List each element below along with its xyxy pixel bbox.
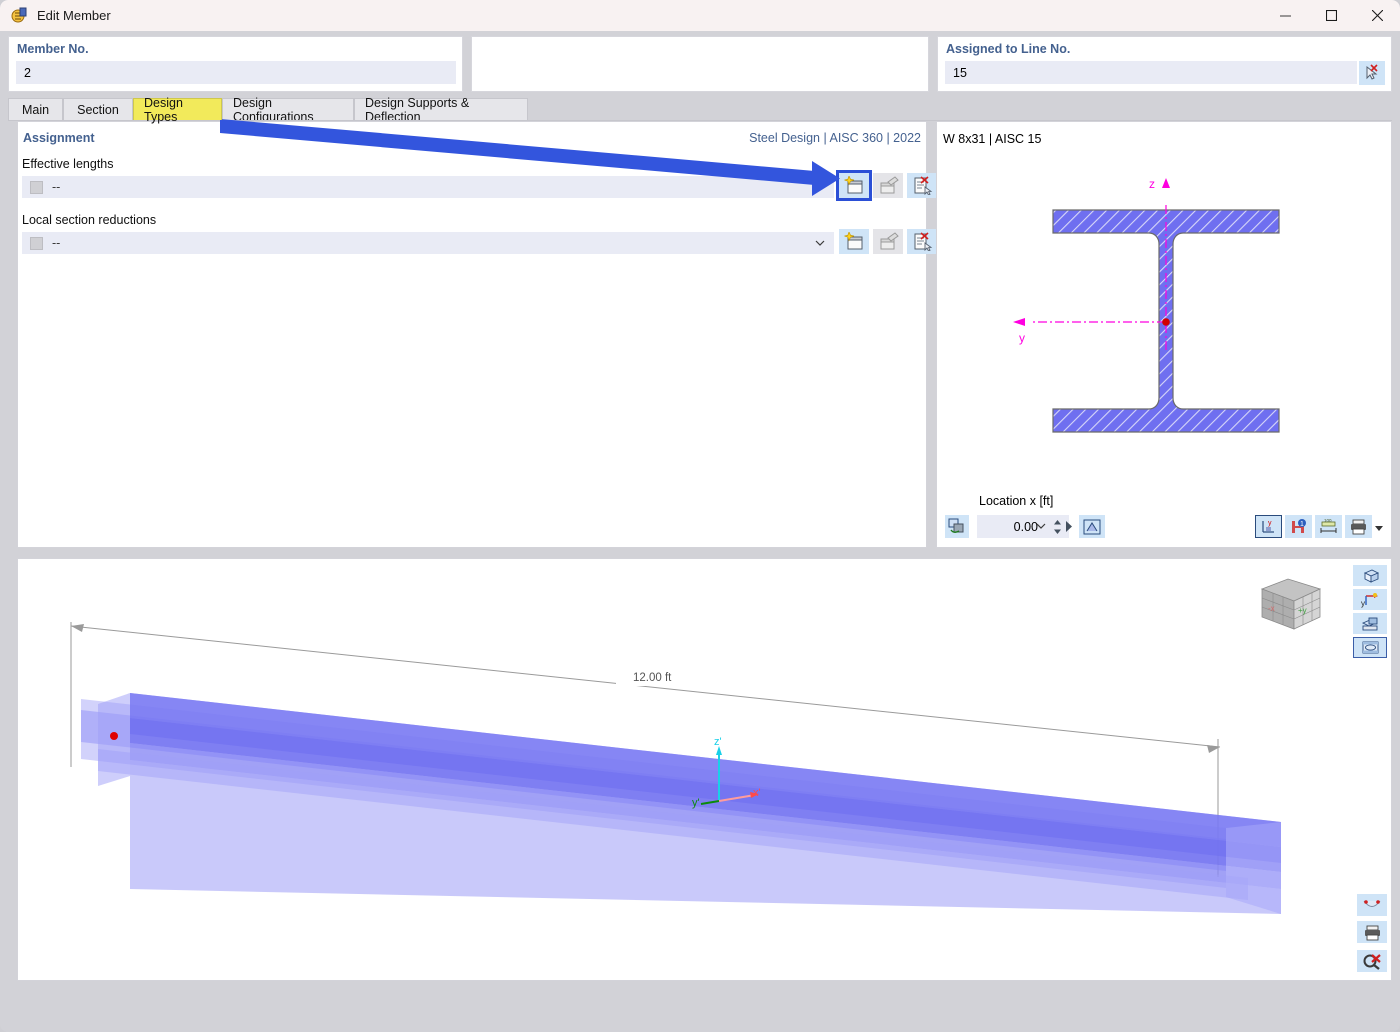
stress-points-icon[interactable]: 1 bbox=[1285, 515, 1312, 538]
edit-effective-length-button bbox=[873, 173, 903, 198]
delete-effective-length-button[interactable] bbox=[907, 173, 937, 198]
close-button[interactable] bbox=[1354, 0, 1400, 31]
member-no-input[interactable]: 2 bbox=[16, 61, 456, 84]
effective-lengths-label: Effective lengths bbox=[22, 157, 114, 171]
window-title: Edit Member bbox=[37, 8, 111, 23]
clear-selection-button[interactable] bbox=[1357, 950, 1387, 972]
chevron-down-icon[interactable] bbox=[1390, 642, 1391, 656]
chevron-down-icon[interactable] bbox=[814, 237, 826, 249]
svg-text:z: z bbox=[1149, 177, 1155, 191]
section-toolbar: Location x [ft] 0.00 y 1 100 bbox=[937, 494, 1393, 544]
new-effective-length-button[interactable] bbox=[836, 170, 872, 201]
tab-design-types-label: Design Types bbox=[144, 95, 183, 124]
section-properties-icon[interactable] bbox=[1079, 515, 1105, 538]
minimize-button[interactable] bbox=[1262, 0, 1308, 31]
svg-text:100: 100 bbox=[1324, 518, 1332, 523]
svg-text:y: y bbox=[1019, 331, 1025, 345]
svg-text:1: 1 bbox=[1300, 521, 1304, 528]
chevron-down-icon[interactable] bbox=[1374, 521, 1384, 535]
nav-cube-left-label: -x bbox=[1268, 604, 1275, 613]
location-x-label: Location x [ft] bbox=[979, 494, 1054, 508]
dimensions-icon[interactable]: 100 bbox=[1315, 515, 1342, 538]
effective-lengths-value: -- bbox=[52, 180, 61, 194]
svg-text:y': y' bbox=[692, 797, 700, 809]
render-mode-button[interactable] bbox=[1353, 613, 1387, 634]
display-options-button[interactable] bbox=[1353, 637, 1387, 658]
axes-icon[interactable]: y bbox=[1255, 515, 1282, 538]
rotate-section-icon[interactable] bbox=[945, 515, 969, 538]
section-preview-panel: W 8x31 | AISC 15 z y Location x [ft] 0.0… bbox=[936, 121, 1392, 548]
assigned-line-input[interactable]: 15 bbox=[945, 61, 1357, 84]
view-mode-button[interactable] bbox=[1353, 565, 1387, 586]
section-drawing: z y bbox=[1013, 177, 1280, 433]
nav-cube-front-label: +y bbox=[1298, 606, 1307, 615]
local-section-reductions-combo[interactable]: -- bbox=[22, 232, 834, 254]
svg-text:z': z' bbox=[714, 736, 722, 748]
coordinate-system-button[interactable]: y bbox=[1353, 589, 1387, 610]
tab-section[interactable]: Section bbox=[63, 98, 133, 120]
assignment-panel: Assignment Steel Design | AISC 360 | 202… bbox=[17, 121, 937, 548]
svg-text:x': x' bbox=[753, 787, 761, 799]
viewport-toolbar: y bbox=[1353, 565, 1387, 661]
chevron-down-icon[interactable] bbox=[1390, 618, 1391, 632]
title-bar: Edit Member bbox=[0, 0, 1400, 31]
local-section-reductions-value: -- bbox=[52, 236, 61, 250]
new-section-reduction-button[interactable] bbox=[839, 229, 869, 254]
model-viewport[interactable]: z' x' y' 12.00 ft -x +y y bbox=[17, 558, 1392, 981]
svg-text:y: y bbox=[1268, 520, 1272, 527]
chevron-down-icon[interactable] bbox=[1035, 520, 1047, 535]
member-no-label: Member No. bbox=[17, 42, 89, 56]
member-icon bbox=[11, 7, 28, 24]
printer-icon[interactable] bbox=[1345, 515, 1372, 538]
bottom-bar: ? 0, 00 A bbox=[0, 981, 1400, 1032]
assigned-line-label: Assigned to Line No. bbox=[946, 42, 1071, 56]
tab-design-configurations[interactable]: Design Configurations bbox=[222, 96, 354, 124]
chevron-down-icon[interactable] bbox=[1390, 570, 1391, 584]
tab-design-supports-deflection[interactable]: Design Supports & Deflection bbox=[354, 96, 528, 124]
chevron-down-icon[interactable] bbox=[814, 181, 826, 193]
delete-section-reduction-button[interactable] bbox=[907, 229, 937, 254]
window-controls bbox=[1262, 0, 1400, 31]
navigation-cube[interactable]: -x +y bbox=[1256, 573, 1326, 635]
edit-member-dialog: Edit Member Member No. 2 Assigned to Lin… bbox=[0, 0, 1400, 1032]
tab-main-label: Main bbox=[21, 102, 50, 117]
section-name-label: W 8x31 | AISC 15 bbox=[943, 132, 1042, 146]
tab-section-label: Section bbox=[77, 102, 119, 117]
local-section-reductions-color-swatch bbox=[30, 236, 43, 250]
edit-section-reduction-button bbox=[873, 229, 903, 254]
print-view-button[interactable] bbox=[1357, 921, 1387, 943]
svg-text:y: y bbox=[1361, 599, 1365, 608]
assignment-heading: Assignment bbox=[23, 131, 95, 145]
assigned-line-panel: Assigned to Line No. 15 bbox=[937, 36, 1392, 92]
chevron-down-icon[interactable] bbox=[1390, 594, 1391, 608]
design-code-label: Steel Design | AISC 360 | 2022 bbox=[749, 131, 921, 145]
local-section-reductions-label: Local section reductions bbox=[22, 213, 157, 227]
maximize-button[interactable] bbox=[1308, 0, 1354, 31]
effective-lengths-color-swatch bbox=[30, 180, 43, 194]
model-3d-render: z' x' y' bbox=[70, 622, 1281, 914]
spinner-icon[interactable] bbox=[1053, 519, 1062, 538]
pick-line-icon[interactable] bbox=[1359, 61, 1385, 85]
middle-empty-panel bbox=[471, 36, 929, 92]
tab-design-types[interactable]: Design Types bbox=[133, 96, 222, 124]
dimension-label: 12.00 ft bbox=[630, 672, 675, 684]
zoom-all-button[interactable] bbox=[1357, 894, 1387, 916]
tab-main[interactable]: Main bbox=[8, 98, 63, 120]
member-no-panel: Member No. 2 bbox=[8, 36, 463, 92]
effective-lengths-combo[interactable]: -- bbox=[22, 176, 834, 198]
next-location-icon[interactable] bbox=[1065, 521, 1073, 535]
tab-bar: Main Section Design Types Design Configu… bbox=[8, 96, 1392, 124]
top-fields-area: Member No. 2 Assigned to Line No. 15 bbox=[0, 31, 1400, 98]
